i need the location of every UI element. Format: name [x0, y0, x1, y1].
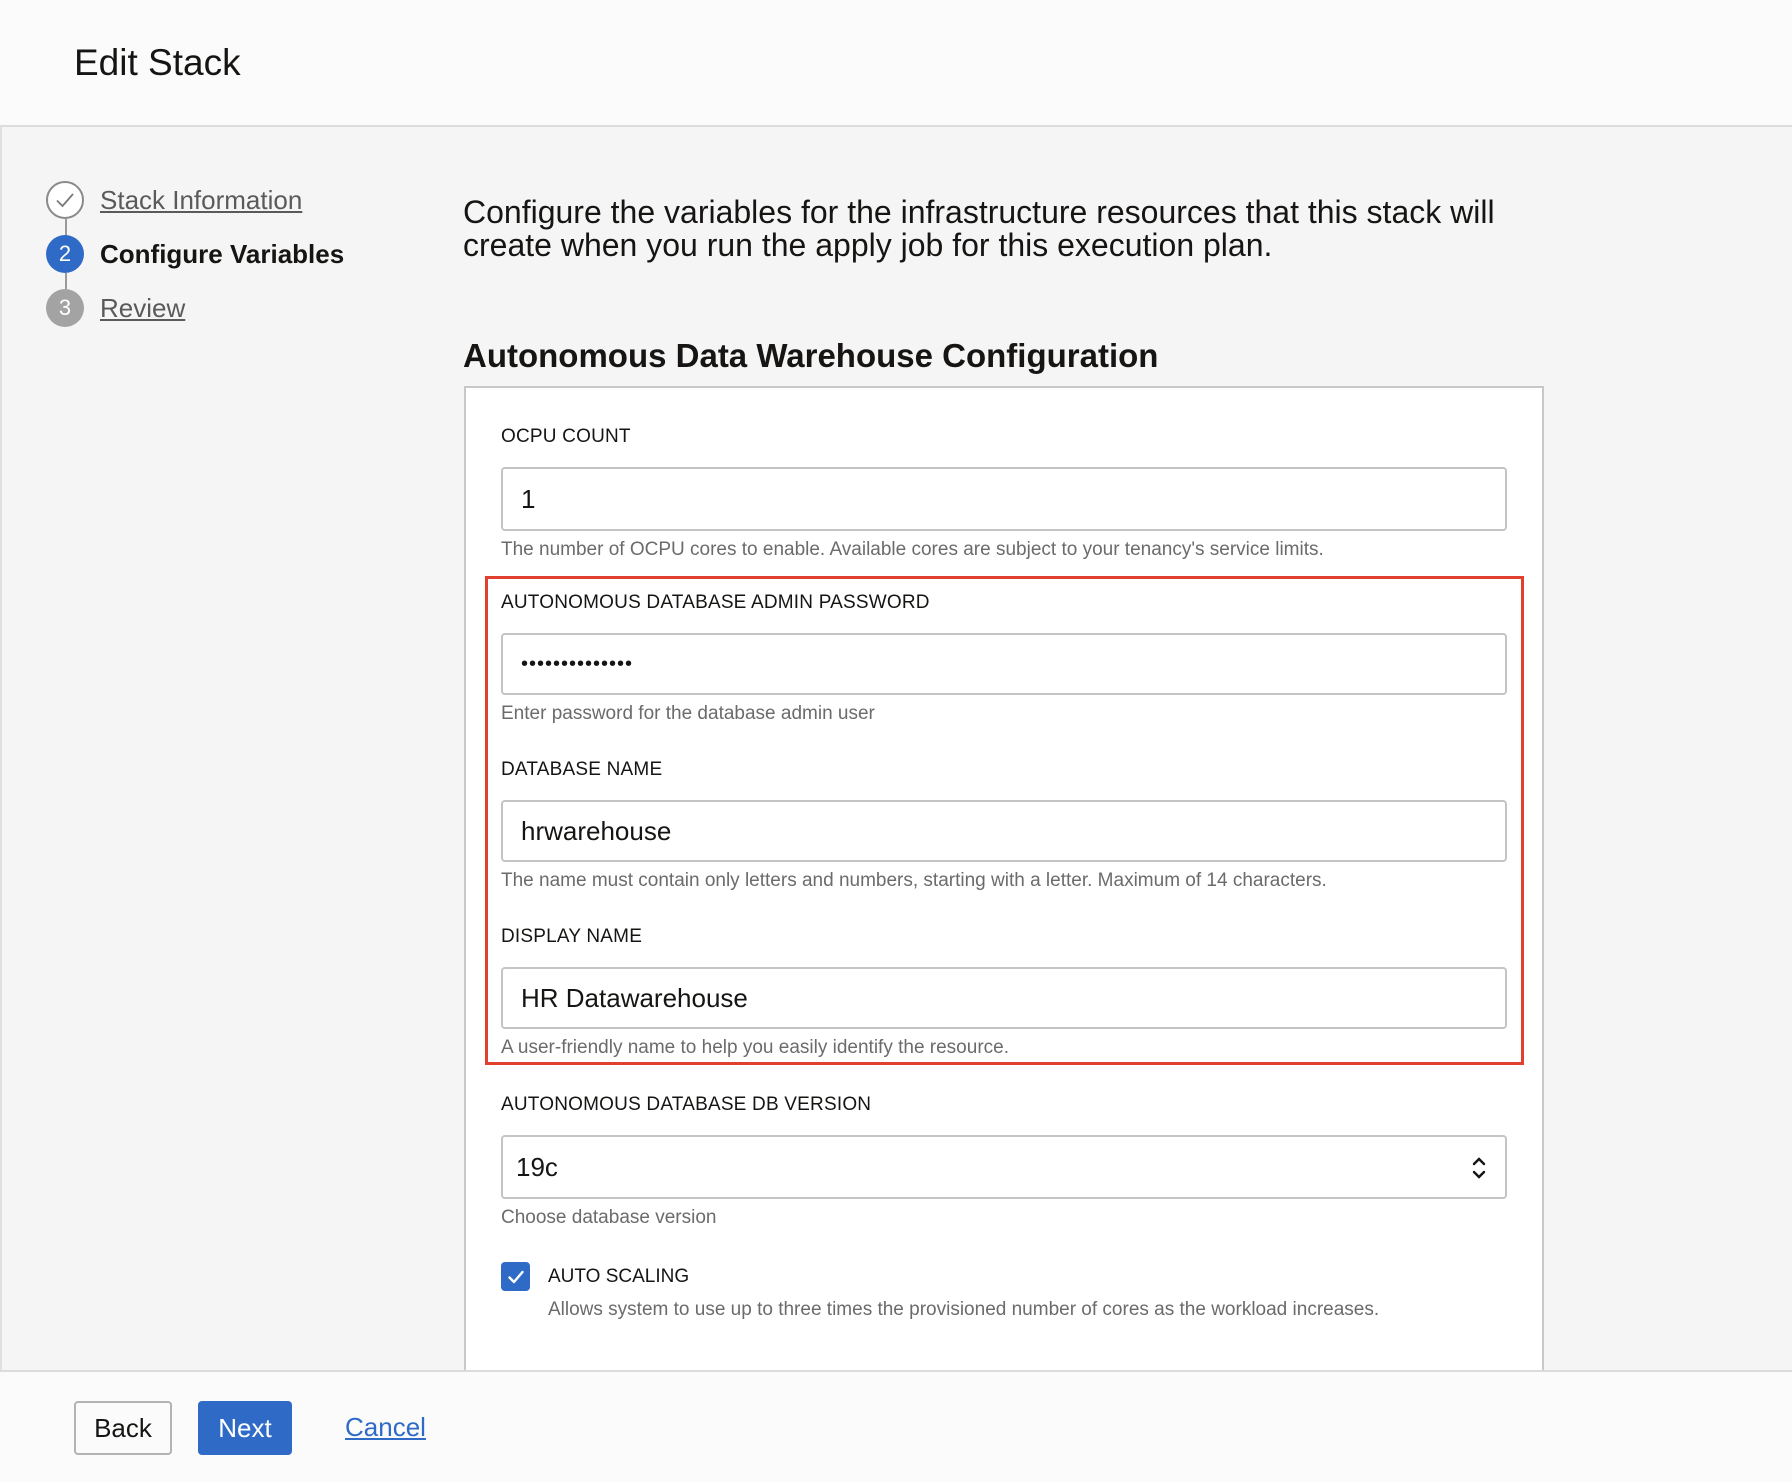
ocpu-count-input[interactable]: 1: [501, 467, 1507, 531]
database-name-input[interactable]: hrwarehouse: [501, 800, 1507, 862]
admin-password-field: AUTONOMOUS DATABASE ADMIN PASSWORD •••••…: [501, 590, 1507, 725]
next-button[interactable]: Next: [198, 1401, 292, 1455]
ocpu-count-field: OCPU COUNT 1 The number of OCPU cores to…: [501, 424, 1507, 561]
step-label[interactable]: Stack Information: [100, 185, 302, 216]
database-name-field: DATABASE NAME hrwarehouse The name must …: [501, 757, 1507, 892]
input-value: hrwarehouse: [521, 815, 672, 846]
auto-scaling-help: Allows system to use up to three times t…: [548, 1299, 1380, 1320]
back-button[interactable]: Back: [74, 1401, 172, 1455]
step-stack-information[interactable]: Stack Information: [46, 180, 302, 220]
auto-scaling-label: AUTO SCALING: [548, 1266, 690, 1287]
field-help: Enter password for the database admin us…: [501, 703, 875, 724]
step-configure-variables: 2 Configure Variables: [46, 234, 344, 274]
auto-scaling-checkbox[interactable]: [501, 1262, 530, 1291]
section-title: Autonomous Data Warehouse Configuration: [463, 337, 1159, 374]
auto-scaling-text: AUTO SCALING Allows system to use up to …: [548, 1262, 1379, 1321]
field-label: AUTONOMOUS DATABASE DB VERSION: [501, 1094, 872, 1115]
page-header: Edit Stack: [0, 0, 1792, 127]
field-label: DISPLAY NAME: [501, 926, 643, 947]
auto-scaling-row: AUTO SCALING Allows system to use up to …: [501, 1262, 1379, 1321]
field-help: A user-friendly name to help you easily …: [501, 1037, 1009, 1058]
cancel-link[interactable]: Cancel: [345, 1412, 426, 1443]
page-title: Edit Stack: [74, 42, 241, 83]
page-footer: Back Next Cancel: [0, 1370, 1792, 1482]
db-version-field: AUTONOMOUS DATABASE DB VERSION 19c Choos…: [501, 1092, 1507, 1229]
step-label[interactable]: Review: [100, 293, 185, 324]
display-name-input[interactable]: HR Datawarehouse: [501, 967, 1507, 1029]
input-value: HR Datawarehouse: [521, 982, 748, 1013]
left-edge: [0, 0, 2, 1482]
input-value: 1: [521, 483, 536, 514]
step-number: 2: [46, 235, 84, 273]
step-number: 3: [46, 289, 84, 327]
field-help: The number of OCPU cores to enable. Avai…: [501, 539, 1324, 560]
display-name-field: DISPLAY NAME HR Datawarehouse A user-fri…: [501, 924, 1507, 1059]
field-help: Choose database version: [501, 1207, 717, 1228]
db-version-select[interactable]: 19c: [501, 1135, 1507, 1199]
step-review[interactable]: 3 Review: [46, 288, 185, 328]
select-value: 19c: [516, 1151, 558, 1182]
input-value: ••••••••••••••: [521, 652, 634, 675]
check-circle-icon: [46, 181, 84, 219]
field-label: AUTONOMOUS DATABASE ADMIN PASSWORD: [501, 592, 930, 613]
step-label: Configure Variables: [100, 238, 345, 269]
chevron-up-down-icon: [1472, 1157, 1486, 1179]
field-label: OCPU COUNT: [501, 426, 631, 447]
intro-text: Configure the variables for the infrastr…: [463, 194, 1495, 263]
field-help: The name must contain only letters and n…: [501, 870, 1327, 891]
admin-password-input[interactable]: ••••••••••••••: [501, 633, 1507, 695]
checkmark-icon: [507, 1270, 524, 1283]
field-label: DATABASE NAME: [501, 759, 663, 780]
